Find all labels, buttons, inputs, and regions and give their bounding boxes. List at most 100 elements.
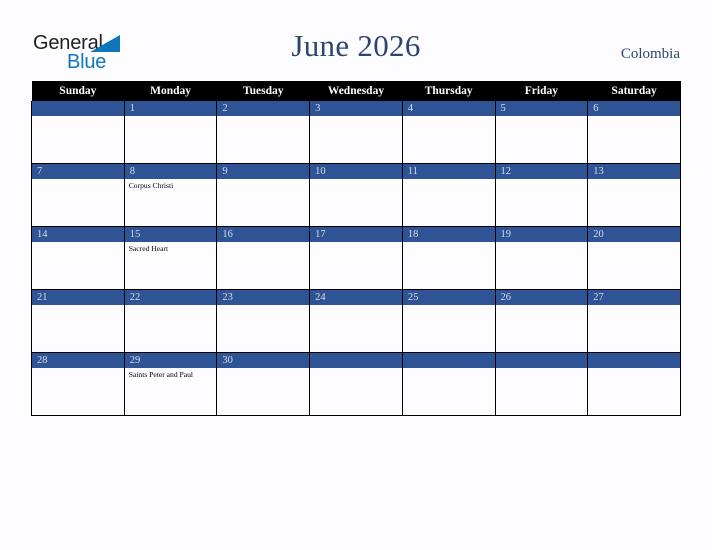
calendar-day-cell[interactable]: 6: [587, 101, 681, 164]
day-events: [403, 368, 495, 370]
calendar-day-cell[interactable]: 30: [216, 352, 311, 416]
day-number: 18: [402, 227, 495, 242]
day-number: [402, 353, 495, 368]
calendar-day-cell[interactable]: 1: [123, 101, 218, 164]
holiday-label: Sacred Heart: [128, 244, 169, 253]
calendar-day-cell[interactable]: 17: [309, 226, 403, 290]
calendar-day-cell[interactable]: 19: [494, 226, 589, 290]
country-label: Colombia: [620, 46, 680, 62]
day-events: [217, 305, 309, 307]
calendar-empty-cell[interactable]: [401, 352, 496, 416]
calendar-day-cell[interactable]: 22: [123, 289, 218, 353]
calendar-day-cell[interactable]: 20: [587, 226, 681, 290]
calendar-empty-cell[interactable]: [587, 352, 681, 416]
day-number: 7: [32, 164, 124, 179]
calendar-day-cell[interactable]: 9: [216, 163, 311, 227]
calendar-day-cell[interactable]: 2: [216, 101, 311, 164]
calendar-day-cell[interactable]: 18: [401, 226, 496, 290]
day-events: [496, 305, 588, 307]
weekday-header-monday: Monday: [124, 81, 217, 101]
day-events: Corpus Christi: [125, 179, 217, 190]
day-events: [403, 305, 495, 307]
day-number: 12: [495, 164, 588, 179]
day-events: [32, 242, 124, 244]
calendar-empty-cell[interactable]: [494, 352, 589, 416]
day-number: 22: [124, 290, 217, 305]
day-number: 16: [217, 227, 310, 242]
day-number: 30: [217, 353, 310, 368]
day-number: 11: [402, 164, 495, 179]
calendar-day-cell[interactable]: 27: [587, 289, 681, 353]
calendar-day-cell[interactable]: 26: [494, 289, 589, 353]
weekday-header-thursday: Thursday: [402, 81, 496, 101]
day-events: [217, 242, 309, 244]
day-events: [32, 305, 124, 307]
weekday-header-row: Sunday Monday Tuesday Wednesday Thursday…: [31, 81, 681, 101]
calendar-day-cell[interactable]: 7: [31, 163, 125, 227]
weekday-header-wednesday: Wednesday: [309, 81, 403, 101]
day-events: [403, 242, 495, 244]
calendar-day-cell[interactable]: 28: [31, 352, 125, 416]
day-events: [588, 116, 680, 118]
calendar-week-row: 123456: [31, 101, 681, 164]
calendar-week-row: 7 8 Corpus Christi 9 10 11 12 13: [31, 163, 681, 227]
day-number: [32, 101, 124, 116]
calendar-empty-cell[interactable]: [309, 352, 403, 416]
day-number: 13: [588, 164, 680, 179]
calendar-day-cell[interactable]: 16: [216, 226, 311, 290]
day-number: 4: [402, 101, 495, 116]
day-number: 28: [32, 353, 124, 368]
day-number: 19: [495, 227, 588, 242]
day-number: [310, 353, 402, 368]
calendar-week-row: 28 29 Saints Peter and Paul 30: [31, 352, 681, 416]
day-events: [496, 368, 588, 370]
calendar-day-cell[interactable]: 5: [494, 101, 589, 164]
holiday-label: Saints Peter and Paul: [128, 370, 194, 379]
day-events: [496, 179, 588, 181]
day-events: [217, 368, 309, 370]
calendar-day-cell[interactable]: 15 Sacred Heart: [123, 226, 218, 290]
day-events: [217, 116, 309, 118]
calendar-day-cell[interactable]: 24: [309, 289, 403, 353]
day-number: [588, 353, 680, 368]
calendar-day-cell[interactable]: 23: [216, 289, 311, 353]
day-number: 10: [310, 164, 402, 179]
day-events: [310, 368, 402, 370]
day-number: 2: [217, 101, 310, 116]
calendar-day-cell[interactable]: 8 Corpus Christi: [123, 163, 218, 227]
calendar-day-cell[interactable]: 29 Saints Peter and Paul: [123, 352, 218, 416]
day-number: 14: [32, 227, 124, 242]
weekday-header-tuesday: Tuesday: [216, 81, 310, 101]
day-events: [588, 305, 680, 307]
calendar-day-cell[interactable]: 10: [309, 163, 403, 227]
day-number: 25: [402, 290, 495, 305]
calendar-day-cell[interactable]: 3: [309, 101, 403, 164]
day-number: 17: [310, 227, 402, 242]
calendar-day-cell[interactable]: 12: [494, 163, 589, 227]
day-events: [588, 368, 680, 370]
day-events: [125, 116, 217, 118]
day-number: 15: [124, 227, 217, 242]
day-number: 6: [588, 101, 680, 116]
page-header: General Blue June 2026 Colombia: [0, 0, 712, 81]
day-events: Sacred Heart: [125, 242, 217, 253]
calendar-day-cell[interactable]: 21: [31, 289, 125, 353]
day-events: [496, 242, 588, 244]
day-number: 3: [310, 101, 402, 116]
holiday-label: Corpus Christi: [128, 181, 174, 190]
weekday-header-friday: Friday: [495, 81, 588, 101]
calendar-body: 1 2 3 4 5 6 7 8 Corpus Christi 9 10 11 12 13 14 15 Sacre…: [31, 101, 681, 416]
calendar-day-cell[interactable]: 4: [401, 101, 496, 164]
day-number: 20: [588, 227, 680, 242]
day-number: [495, 353, 588, 368]
calendar-empty-cell[interactable]: [31, 101, 125, 164]
day-number: 24: [310, 290, 402, 305]
calendar-day-cell[interactable]: 13: [587, 163, 681, 227]
calendar-day-cell[interactable]: 14: [31, 226, 125, 290]
calendar-day-cell[interactable]: 11: [401, 163, 496, 227]
calendar-day-cell[interactable]: 25: [401, 289, 496, 353]
day-events: [403, 179, 495, 181]
day-number: 21: [32, 290, 124, 305]
day-events: [403, 116, 495, 118]
day-events: [588, 179, 680, 181]
